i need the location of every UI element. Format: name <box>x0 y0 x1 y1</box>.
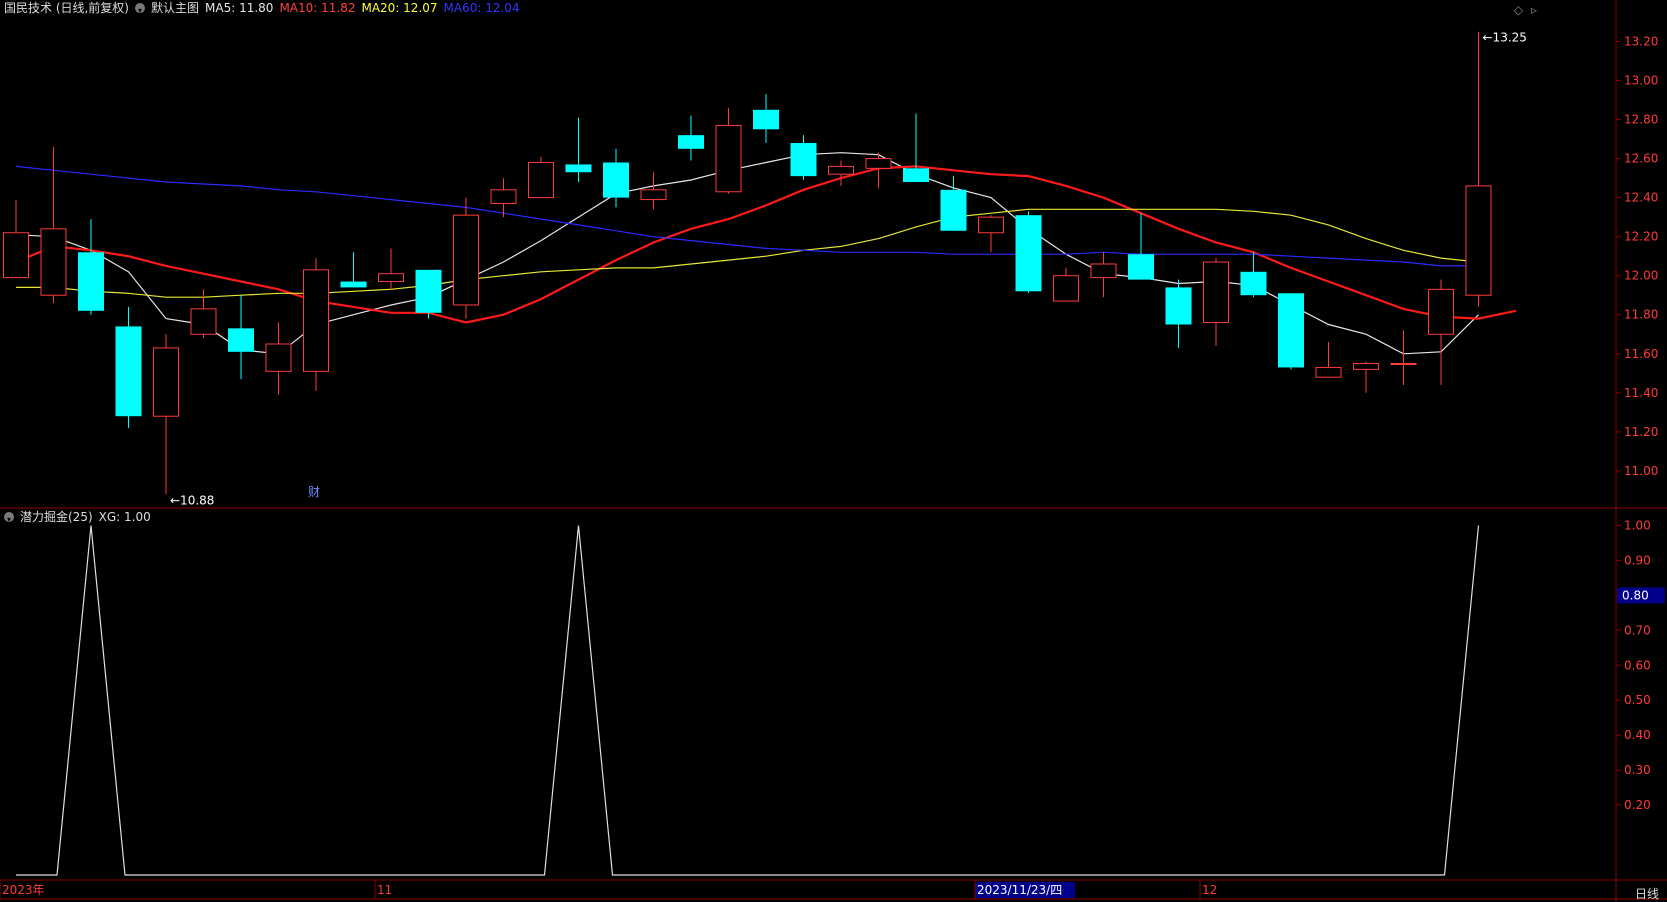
candle-body-up <box>265 343 292 372</box>
ma-line-ma60 <box>15 165 1479 267</box>
price-tick-label: 12.60 <box>1624 152 1658 166</box>
header-icons: ◇ ▹ <box>1514 3 1537 17</box>
candle-body-down <box>115 326 142 417</box>
candle-body-down <box>1165 287 1192 325</box>
candle-body-up <box>528 161 554 199</box>
price-tick-label: 11.20 <box>1624 425 1658 439</box>
price-tick-label: 11.40 <box>1624 386 1658 400</box>
candle-body-down <box>565 164 592 173</box>
indicator-tick-label: 0.40 <box>1624 728 1651 742</box>
indicator-panel <box>16 525 1480 876</box>
dropdown-circle-icon[interactable]: ▾ <box>135 3 145 15</box>
candle-body-down <box>228 328 254 352</box>
ma20-label: MA20: 12.07 <box>361 1 438 15</box>
ma10-label: MA10: 11.82 <box>279 1 356 15</box>
diamond-icon[interactable]: ◇ <box>1514 3 1523 17</box>
candle-body-up <box>1090 263 1117 279</box>
candle-body-down <box>415 269 442 313</box>
finance-event-label[interactable]: 财 <box>308 485 320 499</box>
price-extreme-label: ←10.88 <box>170 493 214 507</box>
triangle-icon[interactable]: ▹ <box>1531 3 1537 17</box>
candle-body-up <box>1465 185 1492 296</box>
price-tick-label: 12.20 <box>1624 230 1658 244</box>
candle-body-down <box>1240 271 1267 296</box>
indicator-tick-label: 0.90 <box>1624 553 1651 567</box>
candle-body-up <box>3 232 29 279</box>
candle-body-up <box>828 165 854 175</box>
price-tick-label: 13.20 <box>1624 34 1658 48</box>
candlestick-panel: ←13.25 ←10.88 财 <box>3 31 1527 507</box>
price-tick-label: 12.40 <box>1624 191 1658 205</box>
price-tick-label: 12.00 <box>1624 269 1658 283</box>
candle-body-down <box>1278 293 1304 368</box>
candle-body-up <box>1053 275 1079 302</box>
chart-axes: 13.20 13.00 12.80 12.60 12.40 12.20 12.00 11.80… <box>0 0 1667 902</box>
candle-body-up <box>715 124 742 193</box>
price-extreme-label: ←13.25 <box>1483 31 1527 45</box>
candle-body-up <box>640 189 667 201</box>
candle-body-up <box>1390 363 1417 366</box>
ma5-label: MA5: 11.80 <box>205 1 274 15</box>
indicator-tick-label: 0.60 <box>1624 658 1651 672</box>
period-label[interactable]: 日线 <box>1635 885 1659 902</box>
dropdown-circle-icon[interactable]: ▾ <box>4 512 14 524</box>
candle-body-down <box>753 109 779 130</box>
candle-body-down <box>790 142 817 177</box>
candle-body-up <box>40 228 67 296</box>
candle-body-up <box>1428 288 1454 335</box>
candle-body-down <box>340 281 367 288</box>
candle-body-down <box>940 189 967 231</box>
price-tick-label: 13.00 <box>1624 74 1658 88</box>
date-tick-label: 2023/11/23/四 <box>977 883 1062 897</box>
ma60-label: MA60: 12.04 <box>443 1 520 15</box>
candle-body-down <box>903 168 929 182</box>
candle-body-up <box>1353 363 1379 370</box>
candle-body-up <box>190 308 217 335</box>
candle-body-up <box>865 158 892 169</box>
price-tick-label: 11.80 <box>1624 308 1658 322</box>
xg-label: XG: 1.00 <box>98 510 151 524</box>
indicator-header: ▾ 潜力掘金(25) XG: 1.00 <box>4 509 151 525</box>
price-tick-label: 12.80 <box>1624 113 1658 127</box>
main-chart-label[interactable]: 默认主图 <box>151 0 199 16</box>
indicator-tick-label: 0.50 <box>1624 693 1651 707</box>
candle-body-down <box>678 135 704 149</box>
candle-body-up <box>1203 261 1229 324</box>
candle-body-up <box>303 269 329 372</box>
price-tick-label: 11.60 <box>1624 347 1658 361</box>
date-tick-label: 12 <box>1202 883 1217 897</box>
candle-body-down <box>603 162 629 198</box>
stock-title: 国民技术 (日线,前复权) <box>4 1 129 15</box>
xg-indicator-line <box>16 525 1480 876</box>
date-tick-label: 2023年 <box>2 883 45 897</box>
date-tick-label: 11 <box>377 883 392 897</box>
candle-body-up <box>490 189 517 204</box>
candle-body-up <box>1315 366 1342 378</box>
main-chart-header: 国民技术 (日线,前复权) ▾ 默认主图 MA5: 11.80 MA10: 11… <box>4 0 520 16</box>
candle-body-down <box>1015 215 1042 292</box>
candle-body-up <box>378 273 404 283</box>
indicator-tick-label: 0.30 <box>1624 763 1651 777</box>
crosshair-value-label: 0.80 <box>1622 588 1649 602</box>
indicator-tick-label: 0.70 <box>1624 623 1651 637</box>
ma-line-ma5 <box>15 152 1479 355</box>
candle-body-up <box>978 216 1004 234</box>
price-tick-label: 11.00 <box>1624 464 1658 478</box>
indicator-tick-label: 0.20 <box>1624 798 1651 812</box>
kline-chart[interactable]: ←13.25←10.88财 13.2013.0012.8012.6012.401… <box>0 0 1667 902</box>
candle-body-up <box>453 214 479 306</box>
candle-body-down <box>78 252 104 311</box>
candle-body-down <box>1128 254 1154 280</box>
candle-body-up <box>153 347 179 417</box>
indicator-tick-label: 1.00 <box>1624 518 1651 532</box>
indicator-label[interactable]: 潜力掘金(25) <box>20 509 93 525</box>
